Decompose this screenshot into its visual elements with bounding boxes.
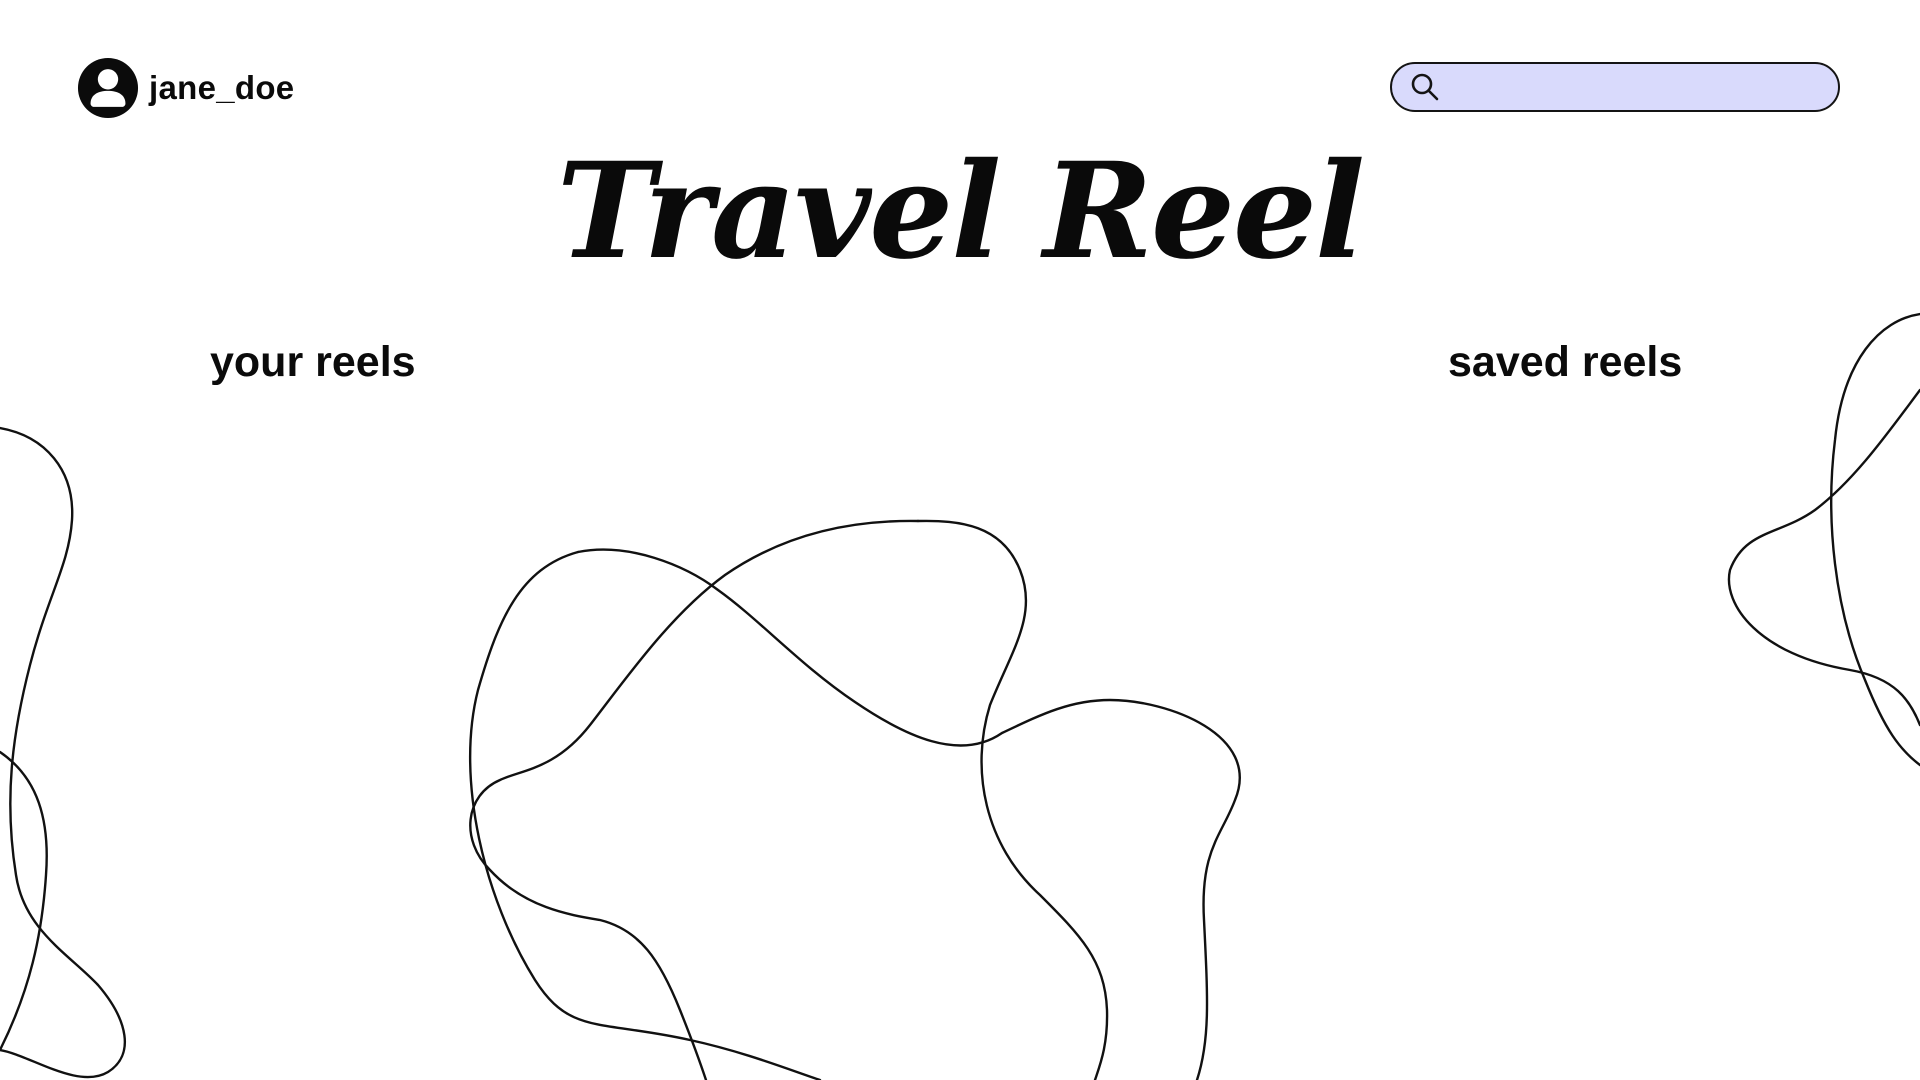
search-bar[interactable] bbox=[1390, 62, 1840, 112]
saved-reels-link[interactable]: saved reels bbox=[1448, 336, 1682, 388]
profile-link[interactable]: jane_doe bbox=[77, 56, 294, 120]
search-input[interactable] bbox=[1442, 64, 1838, 110]
page-title: Travel Reel bbox=[556, 134, 1365, 289]
search-icon[interactable] bbox=[1408, 70, 1442, 104]
username-label[interactable]: jane_doe bbox=[149, 69, 294, 107]
your-reels-link[interactable]: your reels bbox=[210, 336, 416, 388]
user-avatar-icon bbox=[77, 57, 139, 119]
